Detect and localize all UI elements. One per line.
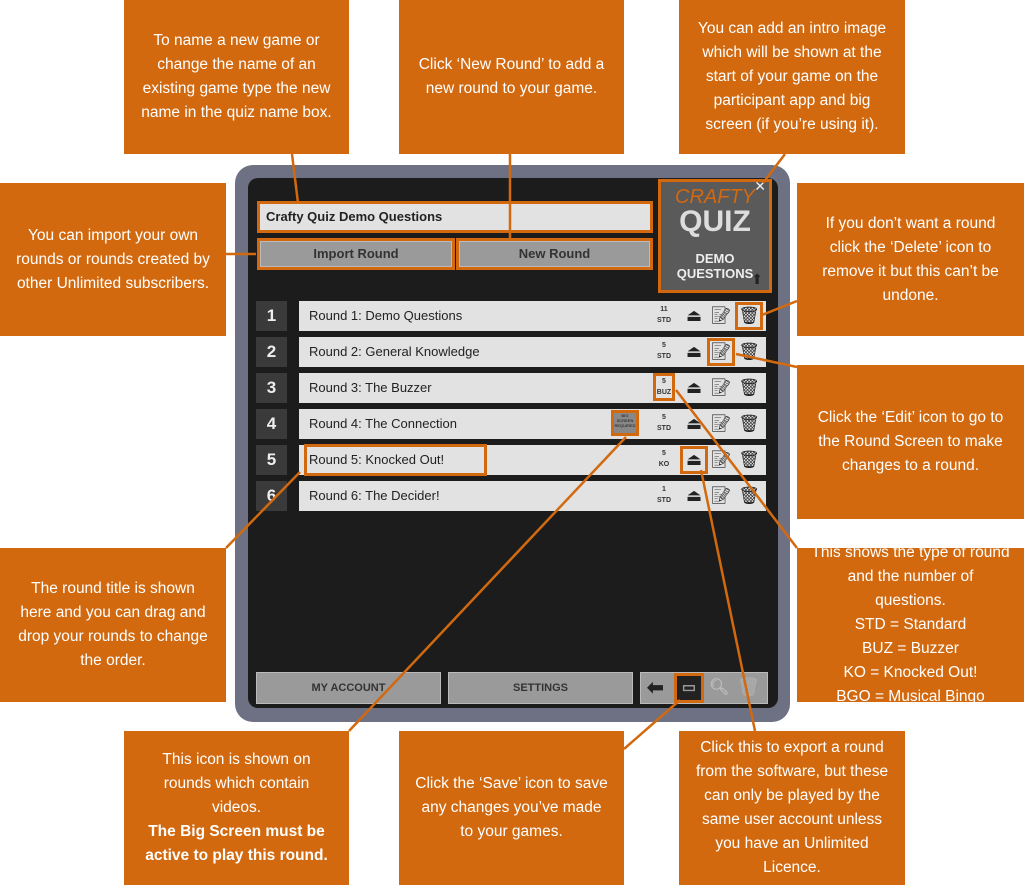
export-icon[interactable]: ⏏ <box>683 377 705 399</box>
app-panel: Crafty Quiz Demo Questions Import Round … <box>248 178 778 708</box>
close-icon[interactable]: ✕ <box>754 178 766 195</box>
round-title[interactable]: Round 2: General Knowledge <box>307 339 480 365</box>
round-title[interactable]: Round 6: The Decider! <box>307 483 440 509</box>
round-type-badge: 11 STD <box>656 304 672 326</box>
round-number: 4 <box>256 409 287 439</box>
callout-quiz-name: To name a new game or change the name of… <box>124 0 349 154</box>
video-icon: BIG SCREEN REQUIRED <box>611 410 639 436</box>
export-icon[interactable]: ⏏ <box>683 305 705 327</box>
round-number: 6 <box>256 481 287 511</box>
export-icon[interactable]: ⏏ <box>680 446 708 474</box>
round-number: 2 <box>256 337 287 367</box>
round-bar[interactable]: Round 1: Demo Questions 11 STD ⏏ 📝︎ 🗑︎ <box>299 301 766 331</box>
round-type: BUZ <box>656 389 672 396</box>
round-title[interactable]: Round 3: The Buzzer <box>307 375 432 401</box>
export-icon[interactable]: ⏏ <box>683 341 705 363</box>
round-row[interactable]: 2 Round 2: General Knowledge 5 STD ⏏ 📝︎ 🗑︎ <box>256 337 766 367</box>
type-std: STD = Standard <box>854 616 967 633</box>
round-row[interactable]: 3 Round 3: The Buzzer 5 BUZ ⏏ 📝︎ 🗑︎ <box>256 373 766 403</box>
question-count: 5 <box>662 342 666 349</box>
round-bar[interactable]: Round 5: Knocked Out! 5 KO ⏏ 📝︎ 🗑︎ <box>299 444 766 476</box>
export-icon[interactable]: ⏏ <box>683 413 705 435</box>
round-type-badge: 1 STD <box>656 484 672 506</box>
type-buz: BUZ = Buzzer <box>862 640 959 657</box>
question-count: 1 <box>662 486 666 493</box>
save-icon[interactable]: ▭ <box>674 673 704 703</box>
type-ko: KO = Knocked Out! <box>843 664 978 681</box>
question-count: 11 <box>660 306 668 313</box>
round-bar[interactable]: Round 4: The Connection BIG SCREEN REQUIR… <box>299 409 766 439</box>
types-intro: This shows the type of round and the num… <box>811 544 1010 609</box>
edit-icon[interactable]: 📝︎ <box>710 413 732 435</box>
settings-button[interactable]: SETTINGS <box>448 672 633 704</box>
round-type-badge: 5 STD <box>656 412 672 434</box>
logo-quiz: QUIZ <box>679 205 751 238</box>
trash-icon: 🗑︎ <box>737 677 760 697</box>
round-row[interactable]: 6 Round 6: The Decider! 1 STD ⏏ 📝︎ 🗑︎ <box>256 481 766 511</box>
video-warning: The Big Screen must be active to play th… <box>145 823 328 864</box>
callout-export: Click this to export a round from the so… <box>679 731 905 885</box>
round-row[interactable]: 1 Round 1: Demo Questions 11 STD ⏏ 📝︎ 🗑︎ <box>256 301 766 331</box>
round-number: 3 <box>256 373 287 403</box>
round-number: 5 <box>256 445 287 475</box>
round-bar[interactable]: Round 2: General Knowledge 5 STD ⏏ 📝︎ 🗑︎ <box>299 337 766 367</box>
round-type: STD <box>657 497 671 504</box>
callout-delete: If you don’t want a round click the ‘Del… <box>797 183 1024 336</box>
round-bar[interactable]: Round 6: The Decider! 1 STD ⏏ 📝︎ 🗑︎ <box>299 481 766 511</box>
question-count: 5 <box>662 414 666 421</box>
round-type: STD <box>657 353 671 360</box>
callout-import: You can import your own rounds or rounds… <box>0 183 226 336</box>
video-text: This icon is shown on rounds which conta… <box>162 751 311 816</box>
round-type-badge: 5 STD <box>656 340 672 362</box>
app-window: Crafty Quiz Demo Questions Import Round … <box>235 165 790 722</box>
round-type: STD <box>657 425 671 432</box>
edit-icon[interactable]: 📝︎ <box>707 338 735 366</box>
delete-icon[interactable]: 🗑︎ <box>738 449 760 471</box>
edit-icon[interactable]: 📝︎ <box>710 377 732 399</box>
round-title[interactable]: Round 1: Demo Questions <box>307 303 462 329</box>
callout-save: Click the ‘Save’ icon to save any change… <box>399 731 624 885</box>
export-icon[interactable]: ⏏ <box>683 485 705 507</box>
import-round-button[interactable]: Import Round <box>257 238 455 270</box>
delete-icon[interactable]: 🗑︎ <box>738 377 760 399</box>
round-title[interactable]: Round 4: The Connection <box>307 411 457 437</box>
delete-icon[interactable]: 🗑︎ <box>738 413 760 435</box>
preview-icon: 🔍︎ <box>709 679 730 696</box>
callout-edit: Click the ‘Edit’ icon to go to the Round… <box>797 365 1024 519</box>
round-type: KO <box>658 461 670 468</box>
back-arrow-icon[interactable]: ⬅ <box>647 675 664 700</box>
question-count: 5 <box>662 450 666 457</box>
edit-icon[interactable]: 📝︎ <box>710 449 732 471</box>
round-bar[interactable]: Round 3: The Buzzer 5 BUZ ⏏ 📝︎ 🗑︎ <box>299 373 766 403</box>
edit-icon[interactable]: 📝︎ <box>710 305 732 327</box>
question-count: 5 <box>662 378 666 385</box>
round-type-badge: 5 KO <box>656 448 672 470</box>
delete-icon[interactable]: 🗑︎ <box>735 302 763 330</box>
callout-round-types: This shows the type of round and the num… <box>797 544 1024 705</box>
callout-round-title: The round title is shown here and you ca… <box>0 548 226 702</box>
round-number: 1 <box>256 301 287 331</box>
type-bgo: BGO = Musical Bingo <box>836 688 985 705</box>
callout-intro-image: You can add an intro image which will be… <box>679 0 905 154</box>
my-account-button[interactable]: MY ACCOUNT <box>256 672 441 704</box>
round-row[interactable]: 5 Round 5: Knocked Out! 5 KO ⏏ 📝︎ 🗑︎ <box>256 444 766 476</box>
new-round-button[interactable]: New Round <box>456 238 653 270</box>
upload-icon[interactable]: ⬆ <box>751 271 763 288</box>
round-title[interactable]: Round 5: Knocked Out! <box>303 444 488 476</box>
intro-image[interactable]: CRAFTY QUIZ DEMO QUESTIONS ✕ ⬆ <box>658 178 772 293</box>
round-row[interactable]: 4 Round 4: The Connection BIG SCREEN REQU… <box>256 409 766 439</box>
edit-icon[interactable]: 📝︎ <box>710 485 732 507</box>
callout-video: This icon is shown on rounds which conta… <box>124 731 349 885</box>
delete-icon[interactable]: 🗑︎ <box>738 485 760 507</box>
round-type-badge: 5 BUZ <box>653 373 675 401</box>
round-type: STD <box>657 317 671 324</box>
callout-new-round: Click ‘New Round’ to add a new round to … <box>399 0 624 154</box>
delete-icon[interactable]: 🗑︎ <box>738 341 760 363</box>
quiz-name-input[interactable]: Crafty Quiz Demo Questions <box>257 201 653 233</box>
toolbar: ⬅ ▭ 🔍︎ 🗑︎ <box>640 672 768 704</box>
